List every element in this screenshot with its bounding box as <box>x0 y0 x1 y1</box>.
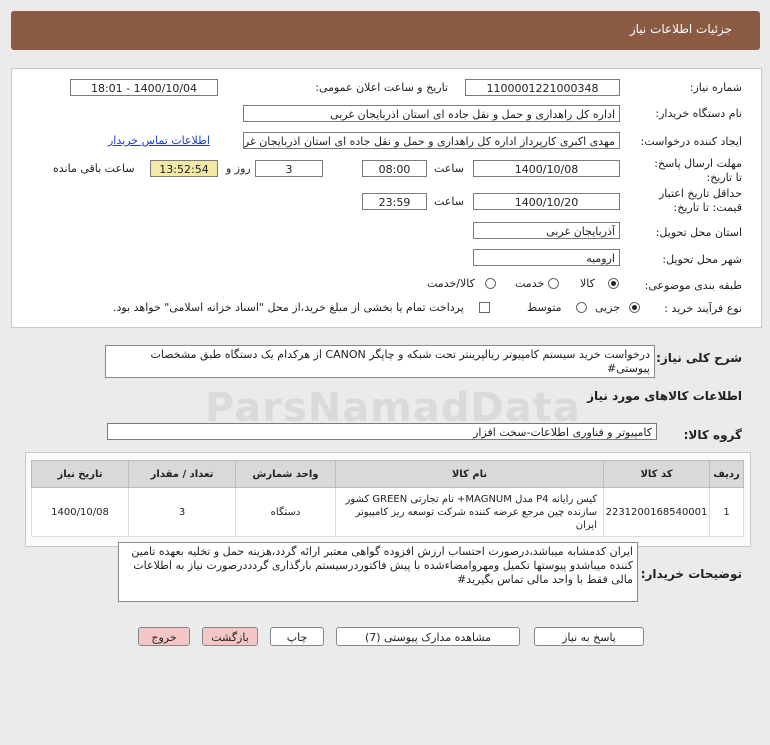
row-name: کیس رایانه P4 مدل MAGNUM+ نام تجارتی GRE… <box>335 487 604 537</box>
remaining-label: ساعت باقی مانده <box>53 162 135 175</box>
reply-button[interactable]: پاسخ به نیاز <box>534 627 644 646</box>
purchase-option-minor: جزیی <box>595 301 621 314</box>
goods-group-label: گروه کالا: <box>683 428 742 442</box>
need-number-field: 1100001221000348 <box>465 79 620 96</box>
validity-label: حداقل تاریخ اعتبار قیمت: تا تاریخ: <box>658 187 742 214</box>
row-unit: دستگاه <box>235 487 336 537</box>
col-name: نام کالا <box>335 460 604 488</box>
row-code: 2231200168540001 <box>603 487 710 537</box>
goods-section-label: اطلاعات کالاهای مورد نیاز <box>587 389 742 403</box>
category-label: طبقه بندی موضوعی: <box>644 279 742 292</box>
remaining-time-field: 13:52:54 <box>150 160 218 177</box>
announce-label: تاریخ و ساعت اعلان عمومی: <box>315 81 448 94</box>
category-radio-both[interactable] <box>485 278 496 289</box>
deadline-date-field: 1400/10/08 <box>473 160 620 177</box>
col-date: تاریخ نیاز <box>31 460 129 488</box>
days-field: 3 <box>255 160 323 177</box>
category-option-service: خدمت <box>515 277 545 290</box>
buyer-org-field: اداره کل راهداری و حمل و نقل جاده ای است… <box>243 105 620 122</box>
category-option-both: کالا/خدمت <box>427 277 475 290</box>
row-qty: 3 <box>128 487 236 537</box>
creator-label: ایجاد کننده درخواست: <box>640 135 742 148</box>
view-attachments-button[interactable]: مشاهده مدارک پیوستی (7) <box>336 627 520 646</box>
treasury-payment-note: پرداخت تمام یا بخشی از مبلغ خرید،از محل … <box>113 301 464 314</box>
deadline-label: مهلت ارسال پاسخ: تا تاریخ: <box>654 157 742 184</box>
print-button[interactable]: چاپ <box>270 627 324 646</box>
validity-time-field: 23:59 <box>362 193 427 210</box>
goods-table-panel: ردیف کد کالا نام کالا واحد شمارش تعداد /… <box>25 452 751 547</box>
col-qty: تعداد / مقدار <box>128 460 236 488</box>
page-header: جزئیات اطلاعات نیاز <box>11 11 760 50</box>
page-title: جزئیات اطلاعات نیاز <box>629 22 732 36</box>
category-option-goods: کالا <box>580 277 595 290</box>
announce-field: 1400/10/04 - 18:01 <box>70 79 218 96</box>
city-label: شهر محل تحویل: <box>662 253 742 266</box>
buyer-contact-link[interactable]: اطلاعات تماس خریدار <box>108 134 210 147</box>
col-unit: واحد شمارش <box>235 460 336 488</box>
buyer-notes-label: توضیحات خریدار: <box>640 567 742 581</box>
days-label: روز و <box>226 162 251 175</box>
buyer-notes-field: ایران کدمشابه میباشد،درصورت احتساب ارزش … <box>118 542 638 602</box>
row-date: 1400/10/08 <box>31 487 129 537</box>
province-label: استان محل تحویل: <box>655 226 742 239</box>
province-field: آذربایجان غربی <box>473 222 620 239</box>
purchase-type-label: نوع فرآیند خرید : <box>664 302 742 315</box>
purchase-radio-minor[interactable] <box>629 302 640 313</box>
validity-time-label: ساعت <box>434 195 464 208</box>
purchase-radio-medium[interactable] <box>576 302 587 313</box>
col-index: ردیف <box>709 460 744 488</box>
need-number-label: شماره نیاز: <box>689 81 742 94</box>
deadline-time-field: 08:00 <box>362 160 427 177</box>
exit-button[interactable]: خروج <box>138 627 190 646</box>
category-radio-service[interactable] <box>548 278 559 289</box>
description-field: درخواست خرید سیستم کامپیوتر ریالپرینتر ت… <box>105 345 655 378</box>
description-label: شرح کلی نیاز: <box>656 351 742 365</box>
category-radio-goods[interactable] <box>608 278 619 289</box>
goods-group-field: کامپیوتر و فناوری اطلاعات-سخت افزار <box>107 423 657 440</box>
city-field: ارومیه <box>473 249 620 266</box>
treasury-payment-checkbox[interactable] <box>479 302 490 313</box>
deadline-time-label: ساعت <box>434 162 464 175</box>
goods-table: ردیف کد کالا نام کالا واحد شمارش تعداد /… <box>31 460 744 537</box>
table-row: 1 2231200168540001 کیس رایانه P4 مدل MAG… <box>31 487 744 537</box>
back-button[interactable]: بازگشت <box>202 627 258 646</box>
creator-field: مهدی اکبری کارپرداز اداره کل راهداری و ح… <box>243 132 620 149</box>
purchase-option-medium: متوسط <box>527 301 562 314</box>
col-code: کد کالا <box>603 460 710 488</box>
validity-date-field: 1400/10/20 <box>473 193 620 210</box>
buyer-org-label: نام دستگاه خریدار: <box>655 107 742 120</box>
row-index: 1 <box>709 487 744 537</box>
